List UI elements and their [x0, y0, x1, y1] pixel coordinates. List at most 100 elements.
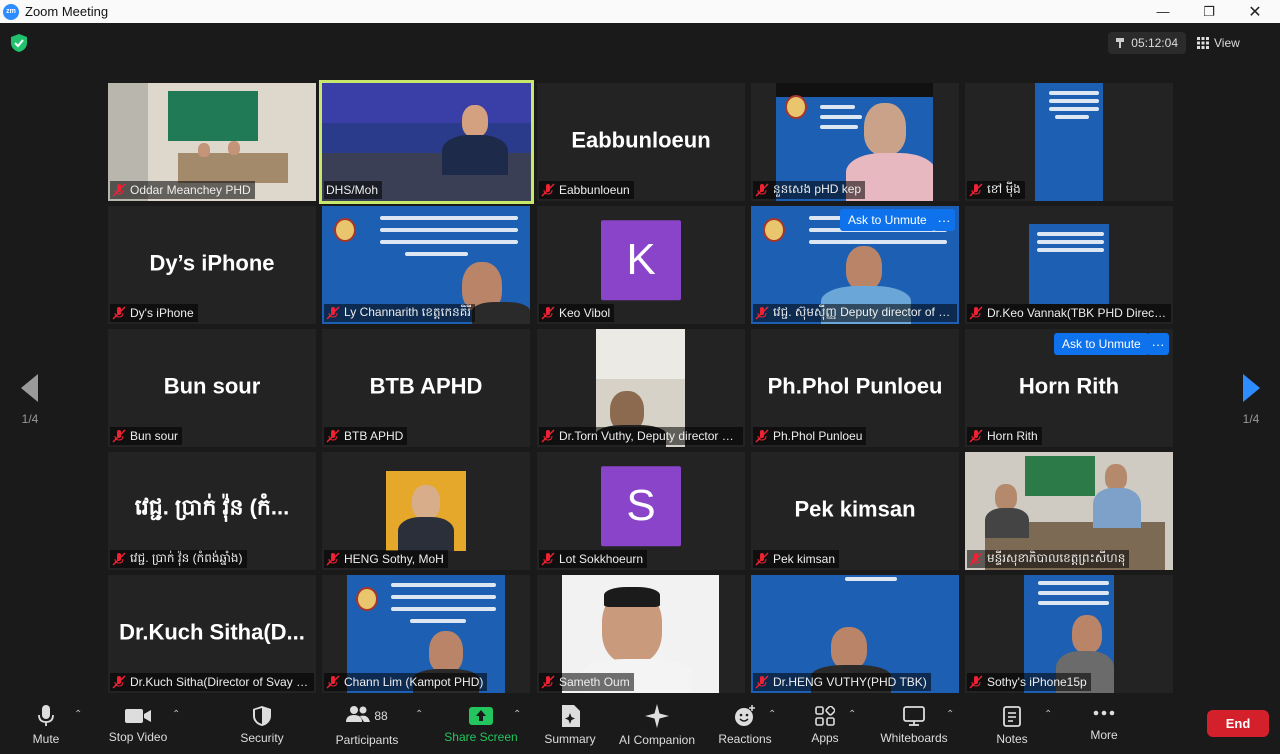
more-button[interactable]: More: [1082, 697, 1126, 754]
video-tile[interactable]: Ask to Unmute ··· Horn Rith Horn Rith: [965, 329, 1173, 447]
video-tile[interactable]: មន្ទីរសុខាភិបាលខេត្តព្រះសីហនុ: [965, 452, 1173, 570]
participant-name-label: Eabbunloeun: [539, 181, 634, 199]
video-tile[interactable]: HENG Sothy, MoH: [322, 452, 530, 570]
participant-name-label: វេជ្ជ. ប្រាក់ វ៉ុន (កំពង់ឆ្នាំង): [110, 550, 247, 568]
notes-options-chevron-icon[interactable]: ⌃: [1044, 709, 1052, 720]
video-tile[interactable]: Ph.Phol Punloeu Ph.Phol Punloeu: [751, 329, 959, 447]
window-titlebar: zm Zoom Meeting — ❐ ✕: [0, 0, 1280, 23]
whiteboards-options-chevron-icon[interactable]: ⌃: [946, 709, 954, 720]
muted-mic-icon: [755, 183, 769, 197]
video-tile[interactable]: Bun sour Bun sour: [108, 329, 316, 447]
participant-display-name: Eabbunloeun: [571, 127, 711, 153]
minimize-icon[interactable]: —: [1140, 0, 1186, 23]
participant-name-label: BTB APHD: [324, 427, 408, 445]
tile-more-options-button[interactable]: ···: [933, 209, 955, 231]
participants-icon: [346, 705, 371, 722]
participants-options-chevron-icon[interactable]: ⌃: [415, 709, 423, 720]
muted-mic-icon: [326, 306, 340, 320]
muted-mic-icon: [969, 183, 983, 197]
next-page-button[interactable]: 1/4: [1231, 370, 1271, 430]
video-tile[interactable]: Dr.HENG VUTHY(PHD TBK): [751, 575, 959, 693]
participant-name-label: Dr.Kuch Sitha(Director of Svay Rieng PHD…: [110, 673, 314, 691]
participant-name-label: Chann Lim (Kampot PHD): [324, 673, 488, 691]
zoom-logo-icon: zm: [3, 3, 19, 20]
participant-name-label: Dr.HENG VUTHY(PHD TBK): [753, 673, 931, 691]
whiteboards-button[interactable]: Whiteboards: [875, 697, 953, 754]
video-tile[interactable]: Dr.Torn Vuthy, Deputy director PHD: [537, 329, 745, 447]
muted-mic-icon: [112, 552, 126, 566]
participant-name-label: Oddar Meanchey PHD: [110, 181, 255, 199]
participant-name-label: Dr.Keo Vannak(TBK PHD Director): [967, 304, 1171, 322]
summary-button[interactable]: Summary: [541, 697, 599, 754]
muted-mic-icon: [326, 552, 340, 566]
video-tile[interactable]: វេជ្ជ. ប្រាក់ វ៉ុន (កំ... វេជ្ជ. ប្រាក់ …: [108, 452, 316, 570]
meeting-topbar: 05:12:04 View: [0, 23, 1280, 63]
view-label: View: [1214, 36, 1240, 50]
view-button[interactable]: View: [1194, 32, 1270, 54]
maximize-icon[interactable]: ❐: [1186, 0, 1232, 23]
video-tile[interactable]: Ask to Unmute ··· វេជ្ជ. ស៊ុមស៊ីញ្ញ Depu…: [751, 206, 959, 324]
video-tile-active-speaker[interactable]: DHS/Moh: [319, 80, 534, 204]
apps-options-chevron-icon[interactable]: ⌃: [848, 709, 856, 720]
more-dots-icon: [1093, 710, 1115, 715]
video-tile[interactable]: K Keo Vibol: [537, 206, 745, 324]
muted-mic-icon: [326, 429, 340, 443]
video-tile[interactable]: Dy’s iPhone Dy's iPhone: [108, 206, 316, 324]
participant-name-label: ខៅ មុីង: [967, 181, 1025, 199]
ask-to-unmute-button[interactable]: Ask to Unmute: [1054, 333, 1149, 355]
audio-options-chevron-icon[interactable]: ⌃: [74, 709, 82, 720]
tile-more-options-button[interactable]: ···: [1147, 333, 1169, 355]
video-tile[interactable]: Chann Lim (Kampot PHD): [322, 575, 530, 693]
mute-button[interactable]: Mute: [22, 697, 70, 754]
video-tile[interactable]: Dr.Kuch Sitha(D... Dr.Kuch Sitha(Directo…: [108, 575, 316, 693]
microphone-icon: [38, 705, 54, 726]
notes-button[interactable]: Notes: [990, 697, 1034, 754]
participant-display-name: Pek kimsan: [794, 496, 916, 522]
encryption-shield-icon[interactable]: [11, 34, 27, 52]
participant-avatar: K: [601, 220, 681, 301]
security-button[interactable]: Security: [236, 697, 288, 754]
participant-name-label: Ph.Phol Punloeu: [753, 427, 867, 445]
video-tile[interactable]: Ly Channarith ខេត្តកេនគិរី: [322, 206, 530, 324]
arrow-left-icon: [21, 374, 38, 402]
video-tile[interactable]: BTB APHD BTB APHD: [322, 329, 530, 447]
video-camera-icon: [125, 709, 151, 723]
arrow-right-icon: [1243, 374, 1260, 402]
video-tile[interactable]: S Lot Sokkhoeurn: [537, 452, 745, 570]
muted-mic-icon: [755, 429, 769, 443]
notes-icon: [1003, 706, 1021, 727]
video-tile[interactable]: ខៅ មុីង: [965, 83, 1173, 201]
meeting-timer[interactable]: 05:12:04: [1108, 32, 1186, 54]
share-screen-button[interactable]: Share Screen: [442, 697, 520, 754]
ask-to-unmute-button[interactable]: Ask to Unmute: [840, 209, 935, 231]
muted-mic-icon: [541, 183, 555, 197]
video-tile[interactable]: Dr.Keo Vannak(TBK PHD Director): [965, 206, 1173, 324]
ai-sparkle-icon: [645, 704, 669, 728]
muted-mic-icon: [541, 552, 555, 566]
participants-button[interactable]: 88 Participants: [330, 697, 404, 754]
video-tile[interactable]: Pek kimsan Pek kimsan: [751, 452, 959, 570]
reactions-options-chevron-icon[interactable]: ⌃: [768, 709, 776, 720]
video-tile[interactable]: Sameth Oum: [537, 575, 745, 693]
participant-name-label: Lot Sokkhoeurn: [539, 550, 648, 568]
reactions-button[interactable]: Reactions: [716, 697, 774, 754]
video-tile[interactable]: នួនសេង pHD kep: [751, 83, 959, 201]
muted-mic-icon: [755, 552, 769, 566]
video-tile[interactable]: Sothy's iPhone15p: [965, 575, 1173, 693]
video-tile[interactable]: Oddar Meanchey PHD: [108, 83, 316, 201]
close-icon[interactable]: ✕: [1232, 0, 1278, 23]
participant-name-label: Dr.Torn Vuthy, Deputy director PHD: [539, 427, 743, 445]
video-tile[interactable]: Eabbunloeun Eabbunloeun: [537, 83, 745, 201]
muted-mic-icon: [541, 675, 555, 689]
muted-mic-icon: [326, 675, 340, 689]
participants-count: 88: [374, 709, 388, 723]
previous-page-button[interactable]: 1/4: [10, 370, 50, 430]
participant-name-label: Sothy's iPhone15p: [967, 673, 1091, 691]
apps-button[interactable]: Apps: [804, 697, 846, 754]
end-meeting-button[interactable]: End: [1207, 710, 1269, 737]
stop-video-button[interactable]: Stop Video: [104, 697, 172, 754]
participant-name-label: Keo Vibol: [539, 304, 615, 322]
share-options-chevron-icon[interactable]: ⌃: [513, 709, 521, 720]
video-options-chevron-icon[interactable]: ⌃: [172, 709, 180, 720]
ai-companion-button[interactable]: AI Companion: [615, 697, 699, 754]
